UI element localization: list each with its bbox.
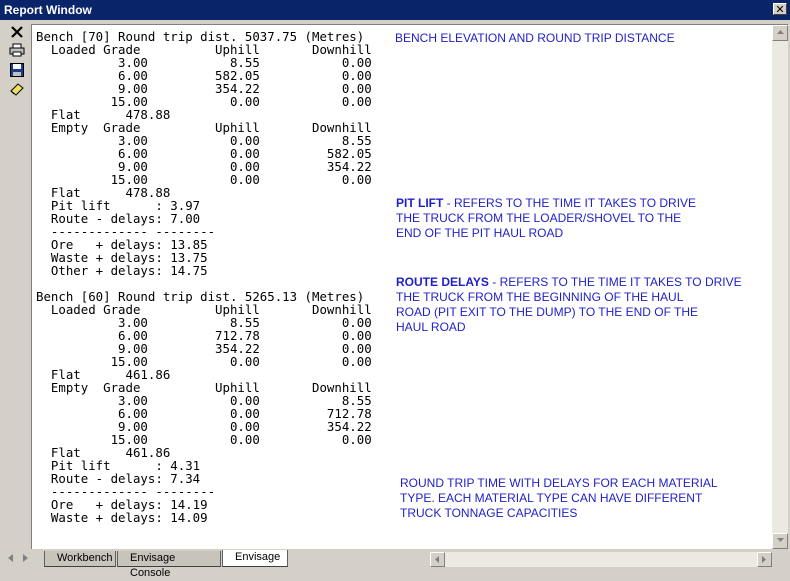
save-icon xyxy=(10,63,24,77)
report-line: Other + delays: 14.75 xyxy=(36,263,208,278)
report-toolbar xyxy=(5,24,29,104)
annotation-pit-lift-line2: THE TRUCK FROM THE LOADER/SHOVEL TO THE xyxy=(396,211,682,225)
annotation-pit-lift-line3: END OF THE PIT HAUL ROAD xyxy=(396,226,564,240)
vertical-scrollbar[interactable] xyxy=(772,25,788,549)
tab-workbench[interactable]: Workbench xyxy=(44,551,116,567)
annotation-route-delays-text: - REFERS TO THE TIME IT TAKES TO DRIVE xyxy=(488,275,742,289)
horizontal-scrollbar[interactable] xyxy=(430,552,772,567)
report-line: Waste + delays: 14.09 xyxy=(36,510,208,525)
annotation-round-trip-line1: ROUND TRIP TIME WITH DELAYS FOR EACH MAT… xyxy=(400,476,718,490)
annotation-route-delays-line4: HAUL ROAD xyxy=(396,320,466,334)
scroll-left-button[interactable] xyxy=(430,552,445,567)
arrow-left-icon xyxy=(435,556,439,563)
tab-envisage[interactable]: Envisage xyxy=(222,550,288,567)
annotation-pit-lift-text: - REFERS TO THE TIME IT TAKES TO DRIVE xyxy=(443,196,697,210)
annotation-route-delays-title: ROUTE DELAYS xyxy=(396,275,489,289)
close-window-button[interactable]: ✕ xyxy=(773,3,787,16)
annotation-route-delays-line3: ROAD (PIT EXIT TO THE DUMP) TO THE END O… xyxy=(396,305,699,319)
annotation-round-trip-line2: TYPE. EACH MATERIAL TYPE CAN HAVE DIFFER… xyxy=(400,491,703,505)
report-window: Report Window ✕ Bench [70] Round trip di… xyxy=(0,0,790,579)
report-text: Bench [70] Round trip dist. 5037.75 (Met… xyxy=(36,30,372,524)
eraser-button[interactable] xyxy=(8,81,26,98)
eraser-icon xyxy=(10,83,24,96)
scroll-up-button[interactable] xyxy=(772,25,788,41)
print-button[interactable] xyxy=(8,42,26,59)
annotation-round-trip: ROUND TRIP TIME WITH DELAYS FOR EACH MAT… xyxy=(400,476,718,521)
report-content-pane[interactable]: Bench [70] Round trip dist. 5037.75 (Met… xyxy=(31,24,788,549)
window-title: Report Window xyxy=(4,3,92,17)
annotation-route-delays-line2: THE TRUCK FROM THE BEGINNING OF THE HAUL xyxy=(396,290,684,304)
tab-bar: Workbench Envisage Console Envisage xyxy=(0,549,790,579)
annotation-pit-lift-title: PIT LIFT xyxy=(396,196,444,210)
arrow-right-icon xyxy=(762,556,766,563)
tab-envisage-console[interactable]: Envisage Console xyxy=(117,551,221,579)
arrow-up-icon xyxy=(776,30,784,34)
arrow-down-icon xyxy=(776,538,784,542)
annotation-bench-elevation: BENCH ELEVATION AND ROUND TRIP DISTANCE xyxy=(395,31,675,45)
annotation-pit-lift: PIT LIFT - REFERS TO THE TIME IT TAKES T… xyxy=(396,196,696,241)
scroll-right-button[interactable] xyxy=(757,552,772,567)
annotation-round-trip-line3: TRUCK TONNAGE CAPACITIES xyxy=(400,506,578,520)
annotation-route-delays: ROUTE DELAYS - REFERS TO THE TIME IT TAK… xyxy=(396,275,742,335)
tab-next-icon[interactable] xyxy=(20,553,30,563)
close-report-button[interactable] xyxy=(8,24,26,41)
save-button[interactable] xyxy=(8,62,26,79)
title-bar[interactable]: Report Window ✕ xyxy=(0,0,790,20)
close-report-icon xyxy=(11,26,23,38)
print-icon xyxy=(9,43,25,57)
scroll-down-button[interactable] xyxy=(772,533,788,549)
tab-prev-icon[interactable] xyxy=(6,553,16,563)
